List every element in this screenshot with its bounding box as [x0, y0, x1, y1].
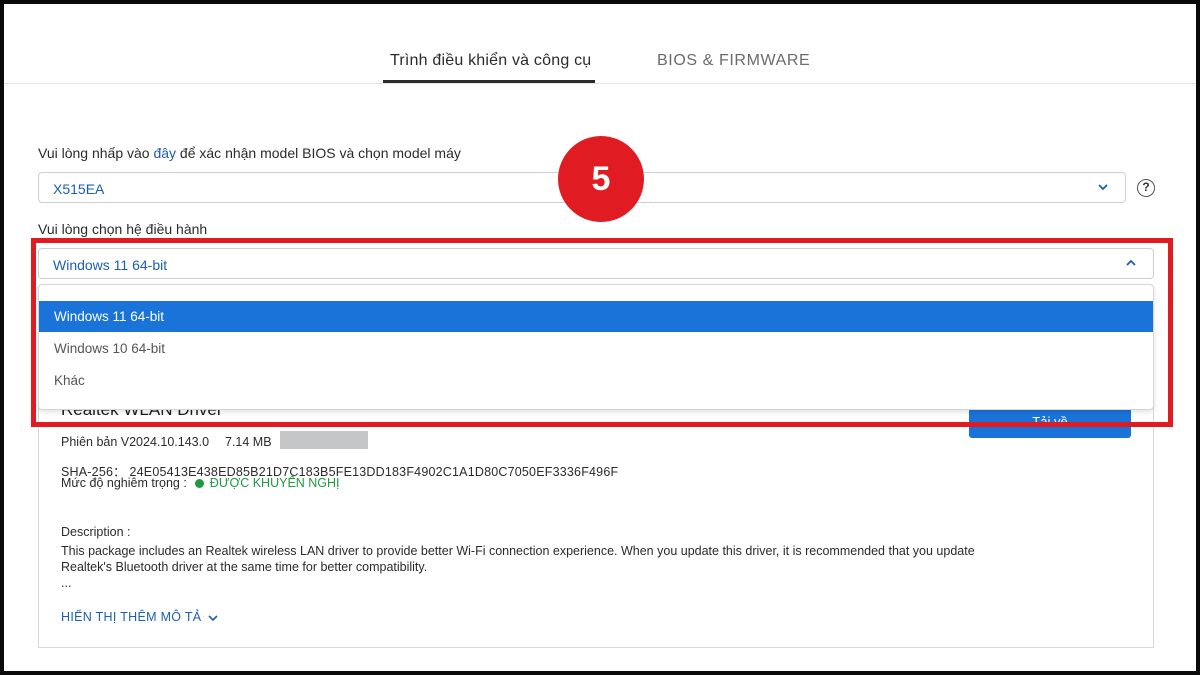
status-dot-icon — [194, 479, 204, 489]
model-label: Vui lòng nhấp vào đây để xác nhận model … — [38, 145, 461, 161]
chevron-up-icon — [1126, 259, 1136, 266]
active-tab-indicator — [383, 80, 595, 83]
step-badge: 5 — [558, 136, 644, 222]
model-label-prefix: Vui lòng nhấp vào — [38, 145, 154, 161]
model-select-value: X515EA — [53, 181, 105, 197]
os-option-windows-11[interactable]: Windows 11 64-bit — [39, 301, 1153, 332]
driver-size: 7.14 MB — [225, 435, 272, 449]
description-ellipsis: ... — [61, 576, 72, 590]
severity-badge: ĐƯỢC KHUYẾN NGHỊ — [209, 476, 340, 490]
show-more-label: HIỂN THỊ THÊM MÔ TẢ — [61, 610, 202, 624]
driver-download-page: Trình điều khiển và công cụ BIOS & FIRMW… — [4, 4, 1196, 671]
os-select[interactable]: Windows 11 64-bit — [38, 248, 1154, 279]
chevron-down-icon — [1098, 184, 1108, 191]
model-label-suffix: để xác nhận model BIOS và chọn model máy — [176, 145, 461, 161]
tab-bios-firmware[interactable]: BIOS & FIRMWARE — [657, 52, 810, 70]
os-label: Vui lòng chọn hệ điều hành — [38, 221, 208, 237]
driver-severity: Mức độ nghiêm trọng : ĐƯỢC KHUYẾN NGHỊ — [61, 476, 340, 490]
confirm-bios-link[interactable]: đây — [153, 145, 176, 161]
driver-version: Phiên bản V2024.10.143.0 — [61, 435, 210, 449]
show-more-link[interactable]: HIỂN THỊ THÊM MÔ TẢ — [61, 610, 219, 624]
os-select-value: Windows 11 64-bit — [53, 257, 168, 273]
tab-drivers-tools[interactable]: Trình điều khiển và công cụ — [390, 52, 591, 70]
chevron-down-icon — [208, 615, 218, 621]
os-dropdown-menu: Windows 11 64-bit Windows 10 64-bit Khác — [38, 284, 1154, 410]
description-heading: Description : — [61, 525, 131, 539]
help-icon[interactable]: ? — [1137, 179, 1155, 197]
driver-card: Realtek WLAN Driver Tải về Phiên bản V20… — [38, 396, 1154, 648]
tab-bar: Trình điều khiển và công cụ BIOS & FIRMW… — [4, 4, 1196, 84]
severity-label: Mức độ nghiêm trọng : — [61, 476, 187, 490]
download-button[interactable]: Tải về — [969, 408, 1131, 438]
os-option-windows-10[interactable]: Windows 10 64-bit — [39, 333, 1153, 364]
redacted-date-box — [280, 431, 368, 449]
os-option-other[interactable]: Khác — [39, 365, 1153, 396]
description-text: This package includes an Realtek wireles… — [61, 544, 975, 574]
